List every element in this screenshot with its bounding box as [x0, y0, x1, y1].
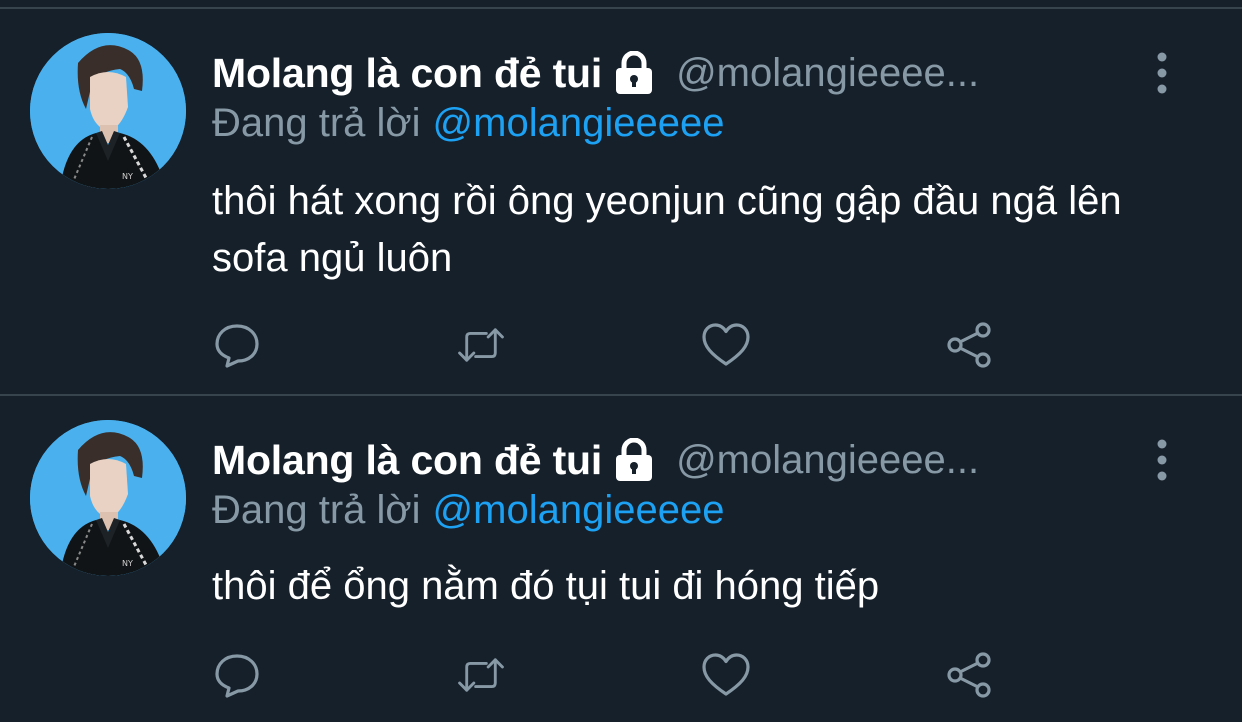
tweet[interactable]: NY Molang là con đẻ tui @molangieeee...	[0, 396, 1242, 722]
tweet-header: Molang là con đẻ tui @molangieeee...	[212, 430, 1202, 490]
lock-icon	[610, 50, 658, 95]
reply-icon[interactable]	[212, 651, 262, 699]
avatar[interactable]: NY	[30, 33, 186, 189]
retweet-icon[interactable]	[456, 651, 506, 699]
display-name[interactable]: Molang là con đẻ tui	[212, 50, 602, 97]
like-icon[interactable]	[701, 321, 751, 369]
tweet-actions	[212, 651, 1012, 699]
replying-to: Đang trả lời @molangieeeee	[212, 488, 724, 533]
tweet-actions	[212, 321, 1012, 369]
reply-to-link[interactable]: @molangieeeee	[433, 488, 725, 532]
tweet-text: thôi hát xong rồi ông yeonjun cũng gập đ…	[212, 179, 1122, 280]
reply-prefix: Đang trả lời	[212, 488, 421, 532]
replying-to: Đang trả lời @molangieeeee	[212, 101, 724, 146]
avatar[interactable]: NY	[30, 420, 186, 576]
reply-to-link[interactable]: @molangieeeee	[433, 101, 725, 145]
tweet-text: thôi để ổng nằm đó tụi tui đi hóng tiếp	[212, 564, 880, 608]
timeline: NY Molang là con đẻ tui @molangieeee...	[0, 0, 1242, 722]
avatar-image: NY	[30, 33, 186, 189]
tweet-header: Molang là con đẻ tui @molangieeee...	[212, 43, 1202, 103]
svg-text:NY: NY	[122, 559, 133, 568]
reply-icon[interactable]	[212, 321, 262, 369]
display-name[interactable]: Molang là con đẻ tui	[212, 437, 602, 484]
avatar-image: NY	[30, 420, 186, 576]
like-icon[interactable]	[701, 651, 751, 699]
more-options-icon[interactable]	[1152, 438, 1172, 482]
handle[interactable]: @molangieeee...	[676, 51, 979, 96]
reply-prefix: Đang trả lời	[212, 101, 421, 145]
handle[interactable]: @molangieeee...	[676, 438, 979, 483]
svg-text:NY: NY	[122, 172, 133, 181]
retweet-icon[interactable]	[456, 321, 506, 369]
share-icon[interactable]	[945, 651, 995, 699]
tweet[interactable]: NY Molang là con đẻ tui @molangieeee...	[0, 9, 1242, 394]
share-icon[interactable]	[945, 321, 995, 369]
more-options-icon[interactable]	[1152, 51, 1172, 95]
lock-icon	[610, 437, 658, 482]
